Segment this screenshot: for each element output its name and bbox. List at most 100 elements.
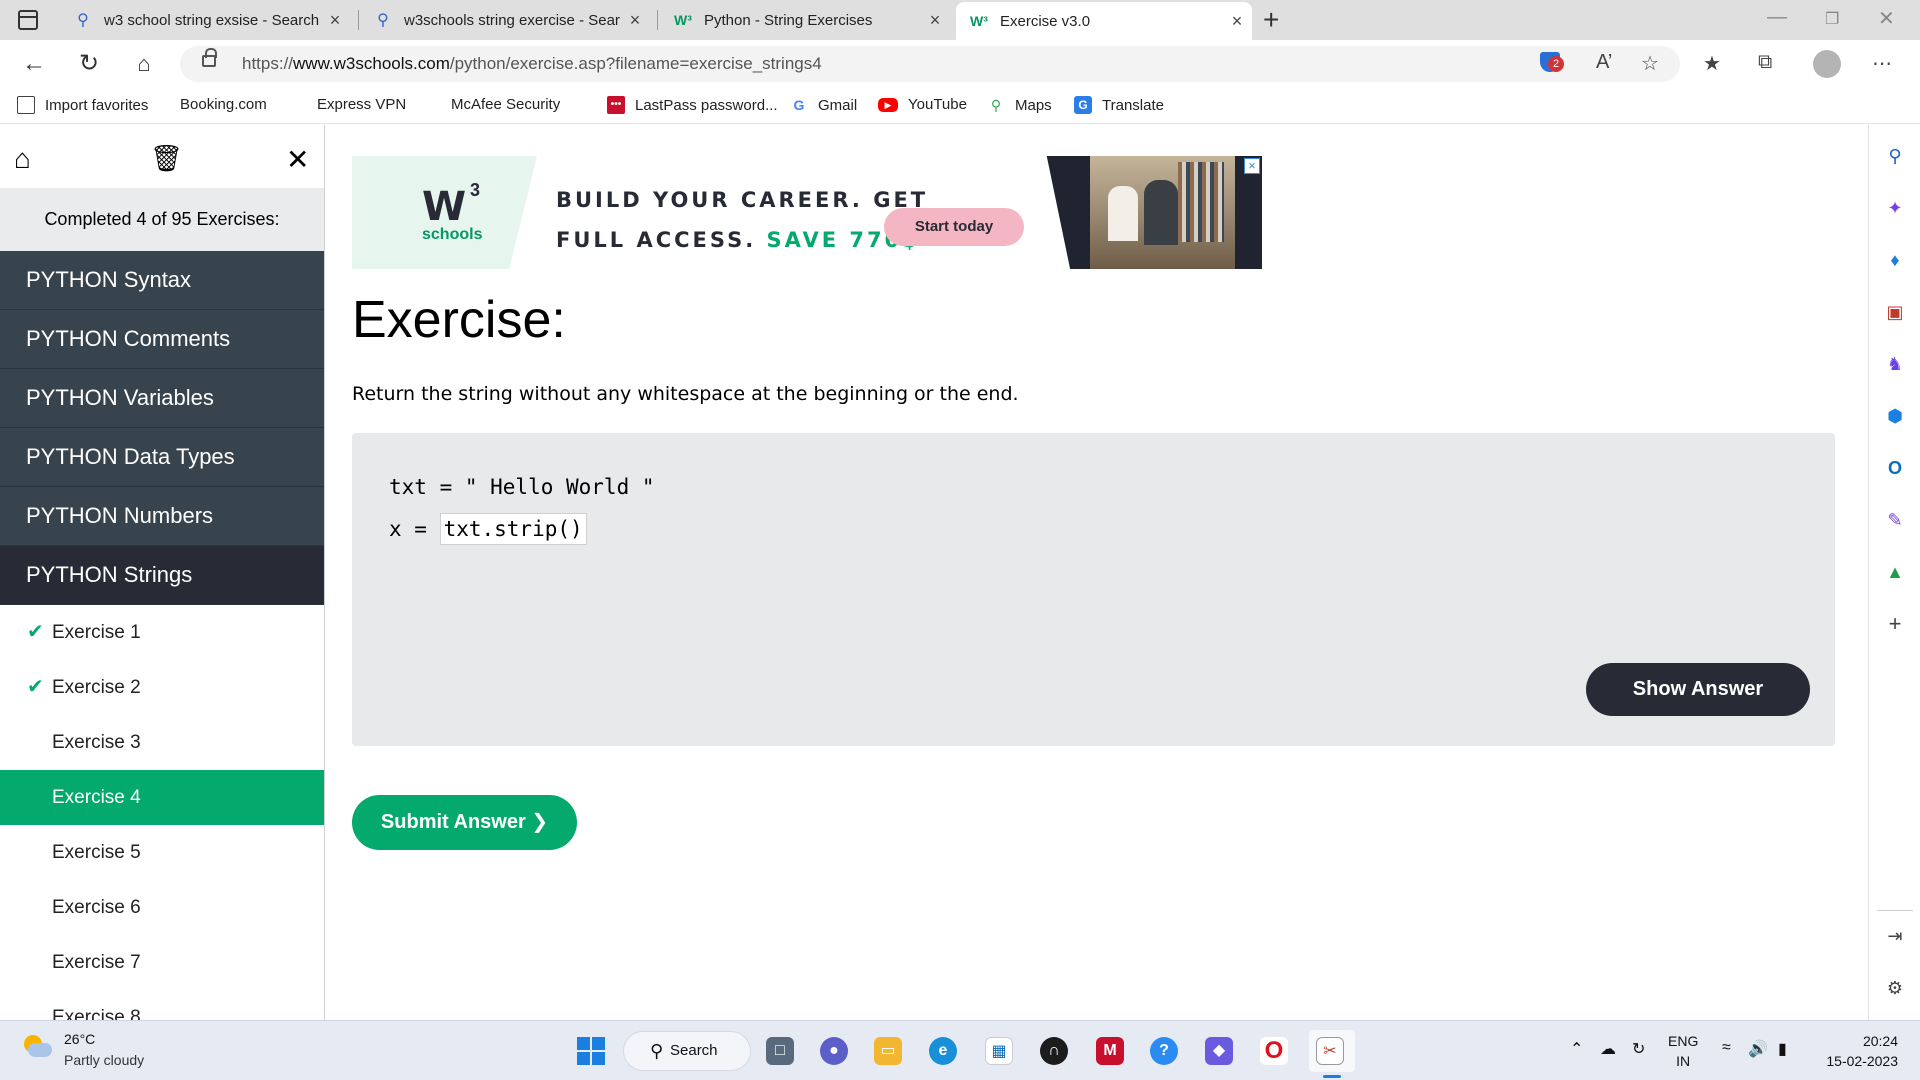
help-icon[interactable]: ? xyxy=(1150,1037,1178,1065)
weather-description[interactable]: Partly cloudy xyxy=(64,1052,144,1068)
more-options-icon[interactable]: ⋯ xyxy=(1872,51,1892,76)
edge-browser-icon[interactable]: e xyxy=(929,1037,957,1065)
region-code: IN xyxy=(1676,1053,1691,1069)
hide-sidebar-icon[interactable]: ⇥ xyxy=(1884,925,1906,947)
browser-tab-4-active[interactable]: W³ Exercise v3.0 × xyxy=(956,2,1252,40)
windows-start-icon[interactable] xyxy=(577,1037,605,1065)
read-aloud-icon[interactable]: A’ xyxy=(1596,51,1612,74)
battery-icon[interactable]: ▮ xyxy=(1778,1039,1787,1059)
exercise-label: Exercise 1 xyxy=(52,622,141,643)
browser-tab-3[interactable]: W³ Python - String Exercises × xyxy=(660,0,950,40)
answer-input[interactable]: txt.strip() xyxy=(439,513,587,545)
section-python-variables[interactable]: PYTHON Variables xyxy=(0,369,324,428)
ad-close-icon[interactable]: × xyxy=(1244,158,1260,174)
lock-icon[interactable] xyxy=(202,48,217,67)
show-hidden-icons[interactable]: ⌃ xyxy=(1570,1039,1583,1059)
onedrive-icon[interactable]: ☁ xyxy=(1600,1039,1616,1059)
exercise-item-7[interactable]: Exercise 7 xyxy=(0,935,324,990)
minimize-icon[interactable]: — xyxy=(1767,6,1787,29)
section-python-data-types[interactable]: PYTHON Data Types xyxy=(0,428,324,487)
section-python-strings[interactable]: PYTHON Strings xyxy=(0,546,324,605)
section-python-syntax[interactable]: PYTHON Syntax xyxy=(0,251,324,310)
submit-answer-button[interactable]: Submit Answer ❯ xyxy=(352,795,577,850)
favorite-maps[interactable]: ⚲ Maps xyxy=(987,96,1052,114)
shopping-tag-icon[interactable]: ♦ xyxy=(1884,249,1906,271)
lastpass-icon: ••• xyxy=(607,96,625,114)
close-tab-icon[interactable]: × xyxy=(320,10,350,31)
add-icon[interactable]: + xyxy=(1884,613,1906,635)
url-text[interactable]: https://www.w3schools.com/python/exercis… xyxy=(242,54,822,74)
favorites-icon[interactable]: ★ xyxy=(1703,51,1721,76)
wifi-icon[interactable]: ≈ xyxy=(1722,1039,1731,1057)
close-tab-icon[interactable]: × xyxy=(1222,11,1252,32)
file-explorer-icon[interactable]: ▭ xyxy=(874,1037,902,1065)
add-favorite-icon[interactable]: ☆ xyxy=(1641,51,1659,76)
tools-icon[interactable]: ▣ xyxy=(1884,301,1906,323)
exercise-item-2[interactable]: ✔ Exercise 2 xyxy=(0,660,324,715)
sync-icon[interactable]: ↻ xyxy=(1632,1039,1645,1059)
tab-title: w3 school string exsise - Search xyxy=(104,11,320,29)
restore-icon[interactable]: ❐ xyxy=(1825,9,1839,29)
favorite-lastpass[interactable]: ••• LastPass password... xyxy=(607,96,778,114)
refresh-icon[interactable]: ↻ xyxy=(71,48,107,80)
favorite-translate[interactable]: G Translate xyxy=(1074,96,1164,114)
opera-icon[interactable]: O xyxy=(1260,1037,1288,1065)
exercise-item-4-current[interactable]: Exercise 4 xyxy=(0,770,324,825)
exercise-item-3[interactable]: Exercise 3 xyxy=(0,715,324,770)
search-icon[interactable]: ⚲ xyxy=(1884,145,1906,167)
favorite-import[interactable]: Import favorites xyxy=(17,96,148,114)
trash-icon[interactable]: 🗑 xyxy=(150,143,183,174)
mcafee-icon[interactable]: M xyxy=(1096,1037,1124,1065)
ad-start-today-button[interactable]: Start today xyxy=(884,208,1024,246)
exercise-item-8[interactable]: Exercise 8 xyxy=(0,990,324,1020)
favorite-gmail[interactable]: G Gmail xyxy=(790,96,858,114)
close-tab-icon[interactable]: × xyxy=(620,10,650,31)
home-icon[interactable]: ⌂ xyxy=(126,48,162,80)
close-tab-icon[interactable]: × xyxy=(920,10,950,31)
back-icon[interactable]: ← xyxy=(16,48,52,80)
tab-actions-icon[interactable] xyxy=(18,10,38,30)
microsoft365-icon[interactable]: ⬢ xyxy=(1884,405,1906,427)
taskbar-search[interactable]: ⚲ Search xyxy=(623,1031,751,1071)
profile-avatar[interactable] xyxy=(1813,50,1841,78)
collections-icon[interactable]: ⧉ xyxy=(1758,51,1772,74)
favorite-mcafee[interactable]: McAfee Security xyxy=(451,96,560,238)
system-clock[interactable]: 20:24 15-02-2023 xyxy=(1818,1031,1898,1071)
browser-tab-1[interactable]: ⚲ w3 school string exsise - Search × xyxy=(60,0,350,40)
close-window-icon[interactable]: ✕ xyxy=(1878,6,1895,31)
home-icon[interactable]: ⌂ xyxy=(14,143,31,175)
favorite-expressvpn[interactable]: Express VPN xyxy=(317,96,406,238)
show-answer-button[interactable]: Show Answer xyxy=(1586,663,1810,716)
favorite-booking[interactable]: Booking.com xyxy=(180,96,267,238)
outlook-icon[interactable]: O xyxy=(1884,457,1906,479)
weather-temperature[interactable]: 26°C xyxy=(64,1031,95,1047)
designer-icon[interactable]: ✎ xyxy=(1884,509,1906,531)
settings-icon[interactable]: ⚙ xyxy=(1884,977,1906,999)
favorite-youtube[interactable]: ▶ YouTube xyxy=(878,96,967,113)
volume-icon[interactable]: 🔊 xyxy=(1748,1039,1768,1059)
snipping-tool-icon[interactable]: ✂ xyxy=(1316,1037,1344,1065)
favorite-label: LastPass password... xyxy=(635,96,778,114)
section-python-numbers[interactable]: PYTHON Numbers xyxy=(0,487,324,546)
browser-tab-2[interactable]: ⚲ w3schools string exercise - Search × xyxy=(360,0,650,40)
address-bar[interactable]: https://www.w3schools.com/python/exercis… xyxy=(180,46,1680,82)
exercise-label: Exercise 7 xyxy=(52,952,141,973)
copilot-app-icon[interactable]: ◆ xyxy=(1205,1037,1233,1065)
weather-icon[interactable] xyxy=(22,1035,52,1057)
microsoft-store-icon[interactable]: ▦ xyxy=(985,1037,1013,1065)
close-icon[interactable]: ✕ xyxy=(286,143,309,176)
ad-banner[interactable]: W 3 schools BUILD YOUR CAREER. GET FULL … xyxy=(352,156,1262,269)
search-icon: ⚲ xyxy=(377,12,389,29)
tree-icon[interactable]: ▲ xyxy=(1884,561,1906,583)
language-indicator[interactable]: ENG IN xyxy=(1668,1031,1698,1071)
games-icon[interactable]: ♞ xyxy=(1884,353,1906,375)
section-python-comments[interactable]: PYTHON Comments xyxy=(0,310,324,369)
exercise-item-1[interactable]: ✔ Exercise 1 xyxy=(0,605,324,660)
teams-chat-icon[interactable]: ● xyxy=(820,1037,848,1065)
task-view-icon[interactable]: □ xyxy=(766,1037,794,1065)
app-circle-icon[interactable]: ∩ xyxy=(1040,1037,1068,1065)
new-tab-button[interactable]: + xyxy=(1263,4,1279,36)
copilot-icon[interactable]: ✦ xyxy=(1884,197,1906,219)
exercise-item-5[interactable]: Exercise 5 xyxy=(0,825,324,880)
exercise-item-6[interactable]: Exercise 6 xyxy=(0,880,324,935)
